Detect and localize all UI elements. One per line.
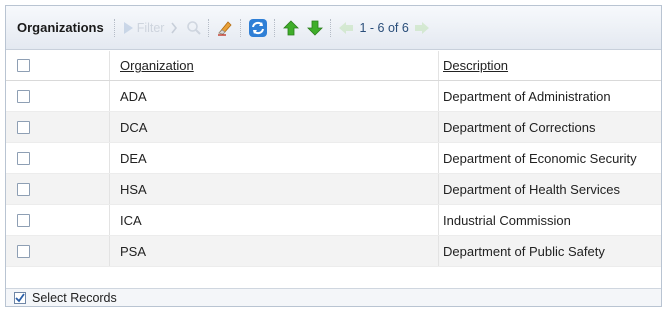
organization-cell: ADA	[110, 81, 439, 111]
description-cell: Department of Administration	[443, 88, 611, 104]
toolbar-separator	[330, 18, 332, 37]
prev-page-button[interactable]	[338, 16, 354, 40]
organization-cell: PSA	[110, 236, 439, 266]
organization-cell: DCA	[110, 112, 439, 142]
toolbar-separator	[240, 18, 242, 37]
description-cell: Department of Public Safety	[443, 243, 605, 259]
table-header-row: Organization Description	[6, 51, 661, 81]
search-icon	[187, 20, 202, 35]
row-checkbox[interactable]	[17, 89, 30, 103]
move-down-button[interactable]	[306, 16, 324, 40]
table-row[interactable]: DCA Department of Corrections	[6, 112, 661, 143]
refresh-button[interactable]	[248, 16, 268, 40]
row-checkbox[interactable]	[17, 120, 30, 134]
search-button[interactable]	[186, 16, 202, 40]
description-cell: Department of Economic Security	[443, 150, 637, 166]
table-footer: Select Records	[6, 288, 661, 306]
description-cell: Department of Health Services	[443, 181, 621, 197]
paging-status: 1 - 6 of 6	[359, 20, 409, 35]
row-checkbox[interactable]	[17, 244, 30, 258]
chevron-right-icon	[171, 22, 178, 33]
toolbar: Organizations Filter 1 - 6 of 6	[6, 6, 661, 50]
filter-expand-button[interactable]	[170, 16, 178, 40]
row-checkbox[interactable]	[17, 213, 30, 227]
eraser-icon	[218, 20, 233, 36]
select-records-checkbox[interactable]	[14, 291, 26, 304]
table-row[interactable]: ICA Industrial Commission	[6, 205, 661, 236]
move-down-icon	[307, 20, 324, 36]
clear-button[interactable]	[216, 16, 234, 40]
select-all-checkbox[interactable]	[17, 59, 30, 72]
table-row[interactable]: HSA Department of Health Services	[6, 174, 661, 205]
select-records-label: Select Records	[32, 290, 117, 305]
checkmark-icon	[15, 292, 25, 302]
table-row[interactable]: PSA Department of Public Safety	[6, 236, 661, 267]
table-row[interactable]: DEA Department of Economic Security	[6, 143, 661, 174]
row-checkbox[interactable]	[17, 151, 30, 165]
toolbar-separator	[208, 18, 210, 37]
next-page-icon	[414, 21, 429, 34]
move-up-icon	[283, 19, 300, 35]
table-row[interactable]: ADA Department of Administration	[6, 81, 661, 112]
next-page-button[interactable]	[414, 16, 430, 40]
organizations-table: Organization Description ADA Department …	[6, 51, 661, 267]
move-up-button[interactable]	[282, 16, 300, 40]
filter-play-icon	[123, 21, 133, 34]
row-checkbox[interactable]	[17, 182, 30, 196]
description-cell: Industrial Commission	[443, 212, 571, 228]
filter-label: Filter	[136, 20, 165, 35]
description-cell: Department of Corrections	[443, 119, 596, 135]
description-column-header[interactable]: Description	[443, 58, 508, 73]
filter-button[interactable]: Filter	[122, 16, 165, 40]
organization-cell: ICA	[110, 205, 439, 235]
organization-cell: DEA	[110, 143, 439, 173]
toolbar-separator	[113, 18, 116, 37]
organization-column-header[interactable]: Organization	[120, 58, 194, 73]
toolbar-separator	[274, 18, 276, 37]
panel-title: Organizations	[17, 20, 104, 35]
organizations-panel: Organizations Filter 1 - 6 of 6 Organiza…	[5, 5, 662, 307]
organization-cell: HSA	[110, 174, 439, 204]
refresh-icon	[249, 18, 268, 37]
prev-page-icon	[339, 21, 354, 34]
